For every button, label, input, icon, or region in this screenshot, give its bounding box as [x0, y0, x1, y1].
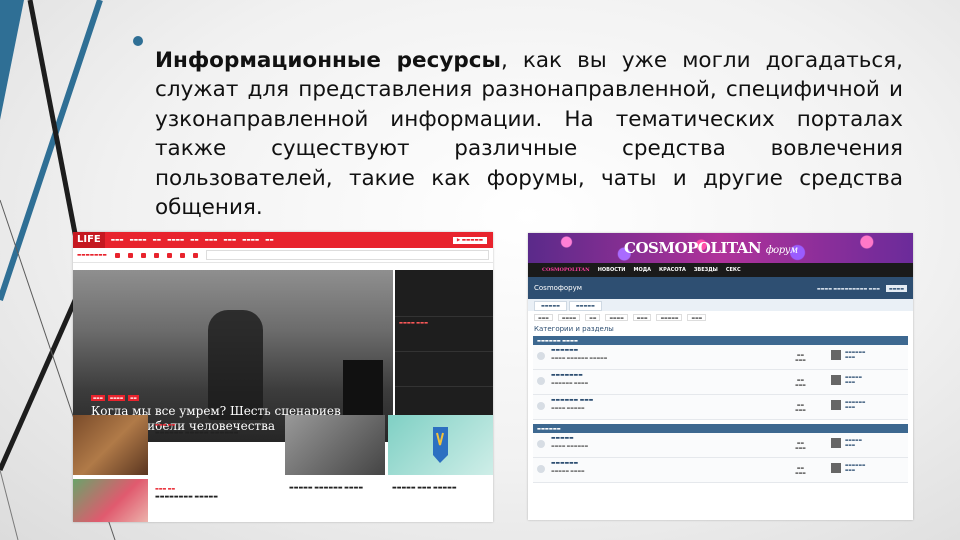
body-text: , как вы уже могли догадаться, служат дл… — [155, 47, 903, 221]
cosmo-forum-row: ▬▬▬▬▬▬▬ ▬▬▬▬▬▬ ▬▬▬▬ ▬▬ ▬▬▬ ▬▬▬▬▬ ▬▬▬ — [533, 370, 908, 395]
rss-icon — [192, 252, 198, 258]
cosmo-forum-title: Cosmoфорум — [534, 284, 583, 292]
bold-lead: Информационные ресурсы — [155, 47, 501, 73]
life-website-screenshot: LIFE ▬▬▬ ▬▬▬▬ ▬▬ ▬▬▬▬ ▬▬ ▬▬▬ ▬▬▬ ▬▬▬▬ ▬▬ ▶ ▬▬▬▬▬… — [73, 232, 493, 522]
cosmo-forum-bar: Cosmoфорум ▬▬▬▬ ▬▬▬▬▬▬▬▬▬ ▬▬▬ ▬▬▬▬ — [528, 277, 913, 299]
cosmo-banner: COSMOPOLITAN форум — [528, 233, 913, 263]
cosmo-forum-row: ▬▬▬▬▬ ▬▬▬▬ ▬▬▬▬▬▬ ▬▬ ▬▬▬ ▬▬▬▬▬ ▬▬▬ — [533, 433, 908, 458]
life-nav: ▬▬▬ ▬▬▬▬ ▬▬ ▬▬▬▬ ▬▬ ▬▬▬ ▬▬▬ ▬▬▬▬ ▬▬ — [110, 237, 274, 243]
cosmo-toolbar: ▬▬▬ ▬▬▬▬ ▬▬ ▬▬▬▬ ▬▬▬ ▬▬▬▬▬ ▬▬▬ — [528, 311, 913, 323]
bullet-marker — [133, 36, 143, 46]
cosmo-forum-row: ▬▬▬▬▬▬ ▬▬▬▬ ▬▬▬▬▬▬ ▬▬▬▬▬ ▬▬ ▬▬▬ ▬▬▬▬▬▬ ▬▬▬ — [533, 345, 908, 370]
cosmo-nav-item: СЕКС — [725, 267, 741, 273]
cosmo-nav-item: МОДА — [633, 267, 652, 273]
youtube-icon — [153, 252, 159, 258]
cosmo-logo: COSMOPOLITAN форум — [624, 239, 798, 257]
vk-icon — [127, 252, 133, 258]
life-subbar: ▬▬▬▬▬▬▬ — [73, 248, 493, 263]
life-tiles-row-2: ▬▬▬ ▬▬ ▬▬▬▬▬▬▬▬ ▬▬▬▬▬ ▬▬▬▬▬ ▬▬▬▬▬▬ ▬▬▬▬ ▬… — [73, 479, 493, 522]
cosmo-nav: COSMOPOLITAN НОВОСТИ МОДА КРАСОТА ЗВЕЗДЫ… — [528, 263, 913, 277]
paragraph-text: Информационные ресурсы, как вы уже могли… — [155, 46, 903, 223]
life-tiles-row-1: ▬▬▬ ▬▬ ▬▬▬▬▬▬ ▬▬▬▬▬ ▬▬▬▬▬▬ — [73, 415, 493, 479]
life-logo: LIFE — [73, 232, 105, 248]
cosmo-category-bar: ▬▬▬▬▬▬ ▬▬▬▬ — [533, 336, 908, 345]
cosmo-tabs: ▬▬▬▬▬ ▬▬▬▬▬ — [528, 299, 913, 311]
cosmo-nav-item: НОВОСТИ — [597, 267, 626, 273]
life-topbar: LIFE ▬▬▬ ▬▬▬▬ ▬▬ ▬▬▬▬ ▬▬ ▬▬▬ ▬▬▬ ▬▬▬▬ ▬▬ ▶ ▬▬▬▬▬ — [73, 232, 493, 248]
life-search-box — [205, 250, 489, 260]
cosmopolitan-forum-screenshot: COSMOPOLITAN форум COSMOPOLITAN НОВОСТИ … — [528, 233, 913, 520]
cosmo-forum-row: ▬▬▬▬▬▬ ▬▬▬▬▬ ▬▬▬▬ ▬▬ ▬▬▬ ▬▬▬▬▬▬ ▬▬▬ — [533, 458, 908, 483]
instagram-icon — [179, 252, 185, 258]
cosmo-forum-row: ▬▬▬▬▬▬ ▬▬▬ ▬▬▬▬ ▬▬▬▬▬ ▬▬ ▬▬▬ ▬▬▬▬▬▬ ▬▬▬ — [533, 395, 908, 420]
cosmo-nav-item: КРАСОТА — [659, 267, 686, 273]
cosmo-nav-brand: COSMOPOLITAN — [542, 267, 590, 273]
cosmo-section-title: Категории и разделы — [534, 325, 614, 333]
life-live-button: ▶ ▬▬▬▬▬ — [452, 236, 487, 244]
cosmo-nav-item: ЗВЕЗДЫ — [693, 267, 718, 273]
cosmo-category-bar: ▬▬▬▬▬▬ — [533, 424, 908, 433]
facebook-icon — [114, 252, 120, 258]
twitter-icon — [140, 252, 146, 258]
life-section-tag: ▬▬▬▬▬▬▬ — [77, 252, 107, 258]
odnoklassniki-icon — [166, 252, 172, 258]
hero-tags: ▬▬▬ ▬▬▬▬ ▬▬ — [91, 395, 139, 401]
bullet-paragraph: Информационные ресурсы, как вы уже могли… — [133, 24, 903, 244]
